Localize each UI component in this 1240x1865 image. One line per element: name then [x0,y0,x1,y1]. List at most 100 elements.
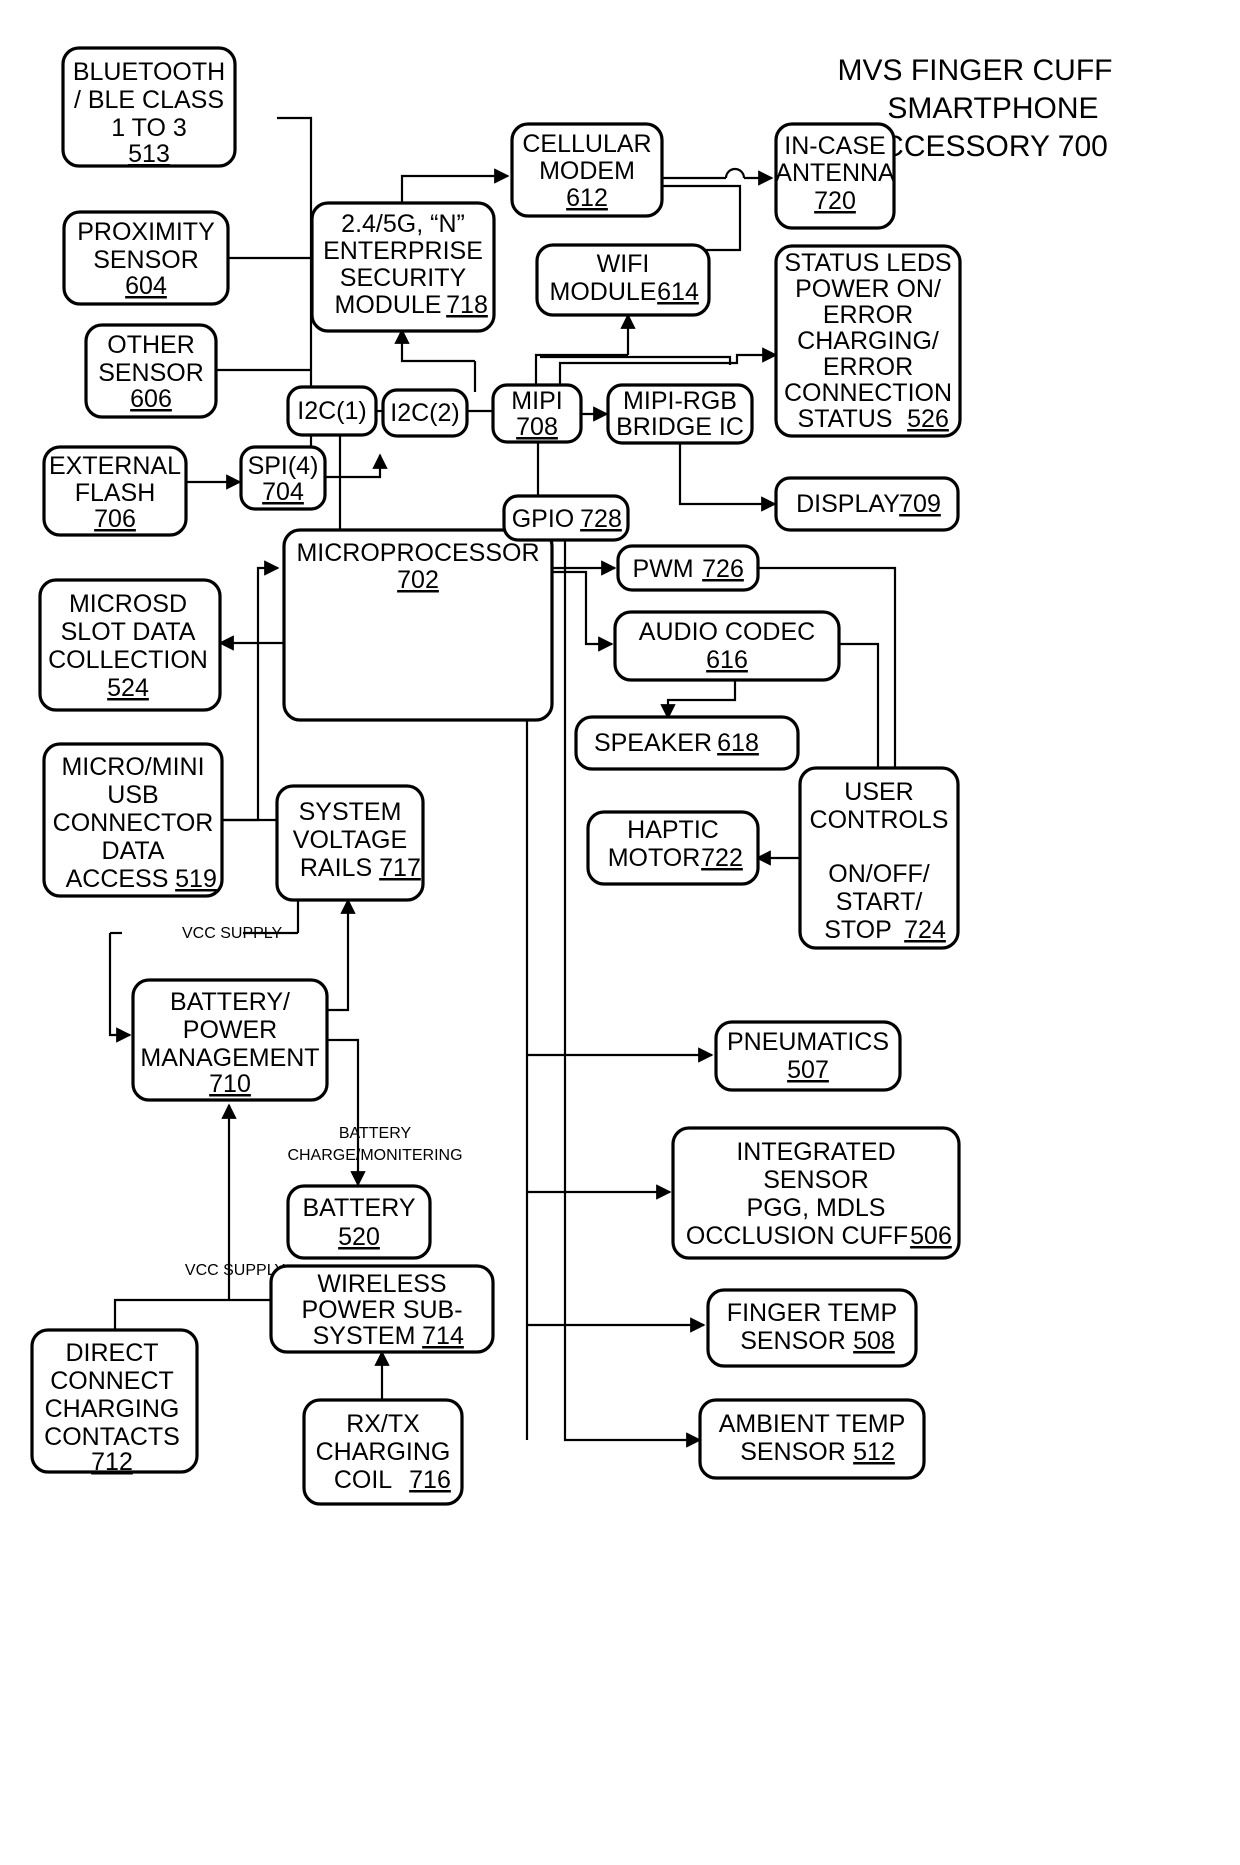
block-status-line-1: STATUS LEDS [784,249,951,277]
block-audio-codec-label: AUDIO CODEC [639,618,815,646]
block-i2c-2-label: I2C(2) [390,399,459,427]
block-battery-power-management[interactable]: BATTERY/ POWER MANAGEMENT 710 [131,978,329,1102]
block-user-controls-line-1: USER [844,778,913,806]
block-status-line-7: STATUS [798,405,893,433]
block-antenna-ref: 720 [814,187,856,215]
block-coil-ref: 716 [409,1466,451,1494]
block-usb-connector[interactable]: MICRO/MINI USB CONNECTOR DATA ACCESS 519 [42,742,224,898]
block-security-line-2: ENTERPRISE [323,237,483,265]
block-wifi-line-2: MODULE [550,278,657,306]
block-status-line-5: ERROR [823,353,913,381]
block-microsd-ref: 524 [107,674,149,702]
block-microsd-line-1: MICROSD [69,590,187,618]
block-speaker-label: SPEAKER [594,729,712,757]
block-pwm-ref: 726 [702,555,744,583]
block-proximity-sensor-line-2: SENSOR [93,246,199,274]
block-rxtx-charging-coil[interactable]: RX/TX CHARGING COIL 716 [302,1398,464,1506]
block-direct-connect-charging[interactable]: DIRECT CONNECT CHARGING CONTACTS 712 [30,1328,199,1476]
block-pwm[interactable]: PWM 726 [616,544,760,592]
block-haptic-motor[interactable]: HAPTIC MOTOR 722 [586,810,760,886]
block-enterprise-security-module[interactable]: 2.4/5G, “N” ENTERPRISE SECURITY MODULE 7… [310,201,496,333]
block-cellular-modem[interactable]: CELLULAR MODEM 612 [510,122,664,218]
block-haptic-line-2: MOTOR [608,844,701,872]
block-proximity-sensor[interactable]: PROXIMITY SENSOR 604 [62,210,230,306]
block-pneumatics-label: PNEUMATICS [727,1028,889,1056]
block-display[interactable]: DISPLAY 709 [774,476,960,532]
block-antenna-line-2: ANTENNA [775,159,895,187]
block-haptic-ref: 722 [701,844,743,872]
block-wireless-line-2: POWER SUB- [301,1296,462,1324]
block-usb-line-5: ACCESS [66,865,169,893]
block-pwm-label: PWM [632,555,693,583]
block-user-controls-ref: 724 [904,916,946,944]
block-system-voltage-rails[interactable]: SYSTEM VOLTAGE RAILS 717 [275,784,425,902]
block-usb-line-1: MICRO/MINI [61,753,204,781]
block-bridge-line-1: MIPI-RGB [623,387,737,415]
block-wifi-ref: 614 [657,278,699,306]
block-usb-ref: 519 [175,865,217,893]
block-integrated-sensor[interactable]: INTEGRATED SENSOR PGG, MDLS OCCLUSION CU… [671,1126,961,1260]
block-external-flash[interactable]: EXTERNAL FLASH 706 [42,445,188,537]
block-display-label: DISPLAY [796,490,900,518]
block-user-controls-line-4: ON/OFF/ [828,860,929,888]
block-security-ref: 718 [446,291,488,319]
block-user-controls[interactable]: USER CONTROLS ON/OFF/ START/ STOP 724 [798,766,960,950]
block-other-sensor-ref: 606 [130,385,172,413]
block-finger-temp-sensor[interactable]: FINGER TEMP SENSOR 508 [706,1288,918,1368]
block-microsd-slot[interactable]: MICROSD SLOT DATA COLLECTION 524 [38,578,222,712]
block-spi-label: SPI(4) [248,452,319,480]
block-finger-temp-ref: 508 [853,1327,895,1355]
block-coil-line-1: RX/TX [346,1410,420,1438]
block-pneumatics[interactable]: PNEUMATICS 507 [714,1020,902,1092]
block-gpio[interactable]: GPIO 728 [502,494,630,542]
block-rails-line-3: RAILS [300,854,372,882]
block-external-flash-ref: 706 [94,505,136,533]
block-integrated-line-3: PGG, MDLS [747,1194,886,1222]
block-proximity-sensor-ref: 604 [125,272,167,300]
block-cellular-line-1: CELLULAR [522,130,651,158]
block-direct-line-4: CONTACTS [44,1423,180,1451]
block-mipi-rgb-bridge-ic[interactable]: MIPI-RGB BRIDGE IC [606,383,754,445]
block-wifi-module[interactable]: WIFI MODULE 614 [535,243,711,317]
block-wireless-line-1: WIRELESS [317,1270,446,1298]
block-mipi-label: MIPI [511,387,562,415]
block-battery[interactable]: BATTERY 520 [286,1184,432,1260]
block-user-controls-line-6: STOP [824,916,892,944]
block-audio-codec-ref: 616 [706,646,748,674]
block-gpio-label: GPIO [512,505,575,533]
block-rails-ref: 717 [379,854,421,882]
block-mipi[interactable]: MIPI 708 [491,383,583,444]
block-external-flash-line-1: EXTERNAL [49,452,181,480]
block-integrated-line-2: SENSOR [763,1166,869,1194]
wire-label-battery-charge-2: CHARGE/MONITERING [287,1147,462,1164]
block-direct-line-3: CHARGING [45,1395,180,1423]
block-i2c-2[interactable]: I2C(2) [381,388,469,438]
block-audio-codec[interactable]: AUDIO CODEC 616 [613,610,841,682]
block-display-ref: 709 [899,490,941,518]
block-speaker[interactable]: SPEAKER 618 [574,715,800,771]
block-status-leds[interactable]: STATUS LEDS POWER ON/ ERROR CHARGING/ ER… [774,244,962,438]
block-integrated-ref: 506 [910,1222,952,1250]
block-bluetooth-line-1: BLUETOOTH [73,58,225,86]
block-wireless-ref: 714 [422,1322,464,1350]
block-wireless-line-3: SYSTEM [313,1322,416,1350]
block-ambient-temp-line-1: AMBIENT TEMP [719,1410,906,1438]
block-wifi-line-1: WIFI [597,250,650,278]
block-cellular-line-2: MODEM [539,157,635,185]
block-finger-temp-line-1: FINGER TEMP [727,1299,897,1327]
block-wireless-power-subsystem[interactable]: WIRELESS POWER SUB- SYSTEM 714 [269,1264,495,1354]
block-bluetooth[interactable]: BLUETOOTH / BLE CLASS 1 TO 3 513 [61,46,237,168]
figure-title-line-2: SMARTPHONE [887,92,1098,125]
block-ambient-temp-sensor[interactable]: AMBIENT TEMP SENSOR 512 [698,1398,926,1480]
block-i2c-1-label: I2C(1) [297,397,366,425]
block-proximity-sensor-line-1: PROXIMITY [77,218,215,246]
block-in-case-antenna[interactable]: IN-CASE ANTENNA 720 [774,122,896,230]
block-i2c-1[interactable]: I2C(1) [286,385,378,437]
block-other-sensor[interactable]: OTHER SENSOR 606 [84,323,218,419]
block-security-line-1: 2.4/5G, “N” [341,210,465,238]
block-spi[interactable]: SPI(4) 704 [239,445,327,511]
block-antenna-line-1: IN-CASE [784,132,885,160]
block-status-ref: 526 [907,405,949,433]
block-spi-ref: 704 [262,478,304,506]
block-microprocessor[interactable]: MICROPROCESSOR 702 [282,528,554,722]
